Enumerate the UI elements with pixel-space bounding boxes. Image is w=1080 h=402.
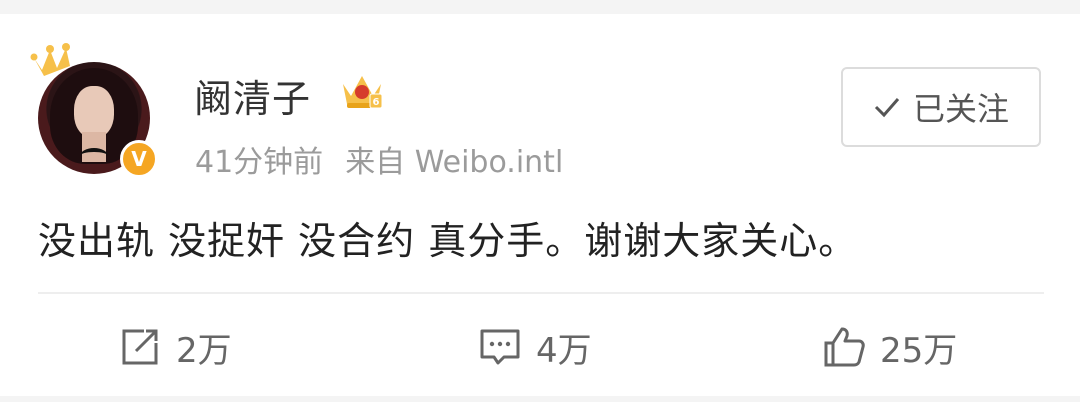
verified-badge: V: [120, 140, 158, 178]
svg-text:6: 6: [373, 97, 380, 108]
repost-button[interactable]: 2万: [118, 322, 232, 372]
repost-icon: [122, 329, 158, 365]
follow-label: 已关注: [912, 90, 1009, 128]
post-content: 没出轨 没捉奸 没合约 真分手。谢谢大家关心。: [38, 219, 858, 263]
like-icon: [824, 327, 865, 367]
divider: [38, 292, 1044, 294]
comment-button[interactable]: 4万: [478, 322, 592, 372]
top-separator: [0, 0, 1080, 14]
avatar-face: [74, 86, 114, 138]
username[interactable]: 阚清子: [194, 68, 311, 123]
check-icon: [874, 98, 900, 118]
follow-button[interactable]: 已关注: [841, 67, 1041, 147]
like-count: 25万: [880, 330, 958, 371]
comment-count: 4万: [536, 330, 592, 371]
member-crown-icon[interactable]: 6: [340, 70, 384, 112]
repost-count: 2万: [176, 330, 232, 371]
avatar-container[interactable]: V: [30, 40, 162, 178]
avatar-bow: [80, 148, 108, 164]
bottom-separator: [0, 396, 1080, 402]
post-source[interactable]: 来自 Weibo.intl: [345, 145, 563, 180]
like-button[interactable]: 25万: [822, 322, 957, 372]
comment-icon: [480, 329, 520, 365]
post-meta: 41分钟前 来自 Weibo.intl: [195, 137, 563, 181]
post-time: 41分钟前: [195, 145, 324, 180]
